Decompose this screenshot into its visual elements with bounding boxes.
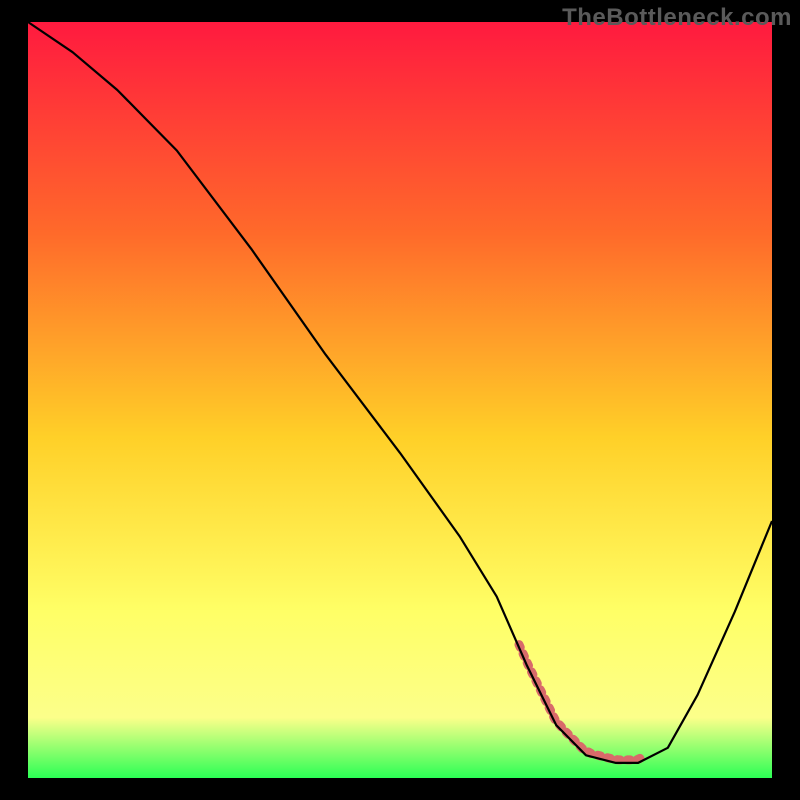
watermark-text: TheBottleneck.com (562, 4, 792, 32)
bottleneck-chart (0, 0, 800, 800)
chart-stage: TheBottleneck.com (0, 0, 800, 800)
gradient-background (28, 22, 772, 778)
